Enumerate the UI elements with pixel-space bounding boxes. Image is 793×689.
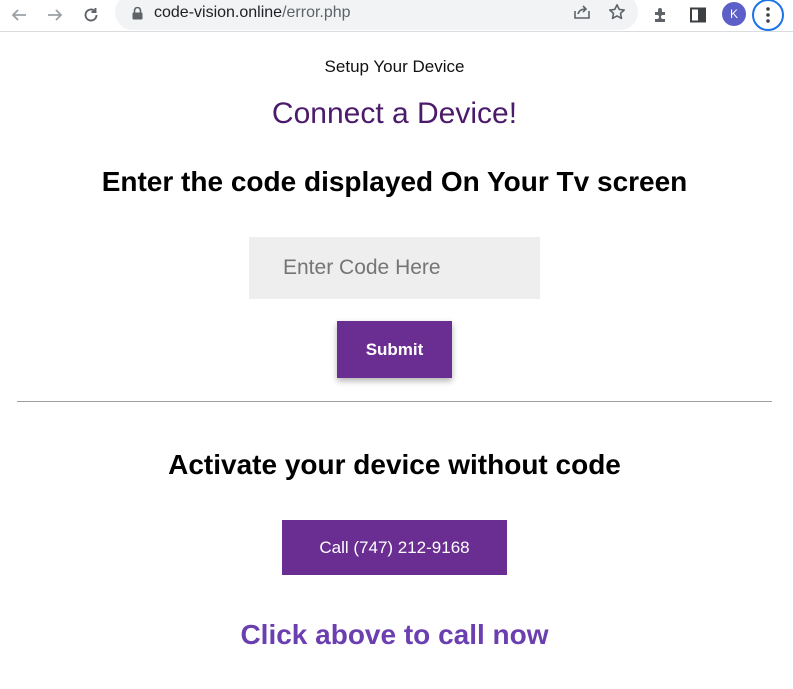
reload-icon[interactable] (78, 2, 104, 28)
lock-icon[interactable] (132, 6, 143, 25)
more-vert-icon[interactable] (752, 0, 784, 31)
call-button[interactable]: Call (747) 212-9168 (282, 520, 507, 575)
section-divider (17, 401, 772, 402)
share-icon[interactable] (569, 0, 595, 25)
url-path: /error.php (282, 4, 351, 21)
submit-button[interactable]: Submit (337, 321, 452, 378)
click-above-text: Click above to call now (240, 619, 549, 650)
browser-toolbar: code-vision.online/error.php K (0, 0, 793, 31)
star-icon[interactable] (604, 0, 630, 25)
address-bar[interactable]: code-vision.online/error.php (115, 0, 638, 30)
extensions-icon[interactable] (648, 2, 674, 28)
forward-arrow-icon[interactable] (42, 2, 68, 28)
back-arrow-icon[interactable] (6, 2, 32, 28)
url-domain: code-vision.online (154, 4, 283, 21)
connect-heading: Connect a Device! (271, 97, 518, 130)
profile-avatar[interactable]: K (722, 2, 746, 26)
side-panel-icon[interactable] (685, 2, 711, 28)
code-input[interactable] (249, 237, 540, 299)
activate-heading: Activate your device without code (168, 449, 621, 480)
toolbar-divider (0, 31, 793, 32)
enter-code-heading: Enter the code displayed On Your Tv scre… (101, 166, 688, 197)
url-text[interactable]: code-vision.online/error.php (154, 3, 351, 23)
setup-label: Setup Your Device (324, 57, 465, 76)
